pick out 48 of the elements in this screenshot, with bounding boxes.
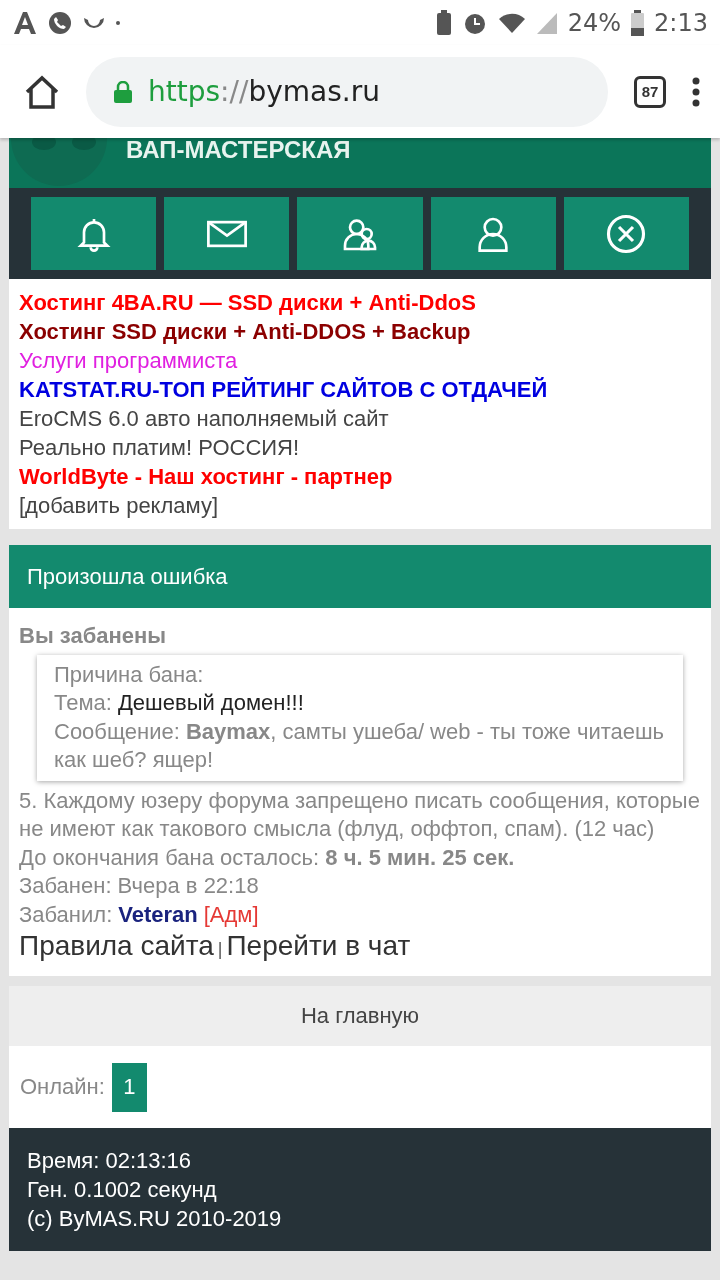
ban-message: Сообщение: Baymax, самты ушеба/ web - ты тоже читаешь как шеб? ящер!: [54, 717, 666, 774]
user-role: [Адм]: [203, 900, 259, 929]
reason-title: Причина бана:: [54, 660, 205, 689]
font-icon: [12, 10, 38, 35]
nav-button[interactable]: [297, 197, 423, 270]
nav-button[interactable]: [31, 197, 157, 270]
ad-link[interactable]: Услуги программиста: [19, 347, 238, 374]
menu-icon[interactable]: [692, 76, 700, 107]
tab-count-button[interactable]: 87: [634, 75, 666, 108]
ad-link[interactable]: Реально платим! РОССИЯ!: [19, 434, 300, 461]
lock-icon: [114, 80, 132, 103]
url-field[interactable]: https://bymas.ru: [86, 56, 608, 127]
banned-by-label: Забанил:: [19, 900, 113, 929]
ban-heading: Вы забанены: [19, 622, 168, 650]
footer-text: Ген. 0.1002 секунд: [27, 1176, 218, 1204]
topic-label: Тема:: [54, 689, 112, 717]
close-icon: [605, 212, 648, 255]
battery-percent: 24%: [567, 8, 622, 37]
footer-text: (c) ByMAS.RU 2010-2019: [27, 1205, 283, 1233]
online-count[interactable]: 1: [111, 1062, 147, 1112]
nav-button[interactable]: [164, 197, 290, 270]
footer-text: Время: 02:13:16: [27, 1147, 193, 1175]
battery-icon: [631, 9, 645, 36]
link-separator: |: [217, 938, 223, 961]
phone-icon: [48, 10, 72, 35]
ad-link[interactable]: KATSTAT.RU-ТОП РЕЙТИНГ САЙТОВ С ОТДАЧЕЙ: [19, 376, 548, 403]
home-link[interactable]: На главную: [9, 986, 711, 1046]
rules-link[interactable]: Правила сайта: [19, 929, 214, 963]
nav-button[interactable]: [430, 197, 556, 270]
chat-link[interactable]: Перейти в чат: [226, 929, 411, 963]
battery-saver-icon: [435, 9, 452, 36]
banned-at: Забанен: Вчера в 22:18: [19, 872, 260, 900]
home-icon[interactable]: [24, 74, 60, 109]
ad-link[interactable]: WorldByte - Наш хостинг - партнер: [19, 463, 393, 490]
ad-link[interactable]: [добавить рекламу]: [19, 492, 219, 519]
user-link[interactable]: Veteran: [118, 900, 198, 929]
clock: 2:13: [654, 8, 708, 37]
nav-button[interactable]: [563, 197, 689, 270]
ad-link[interactable]: EroCMS 6.0 авто наполняемый сайт: [19, 405, 389, 432]
ad-link[interactable]: Хостинг 4BA.RU — SSD диски + Anti-DdoS: [19, 289, 476, 316]
banner-title: ВАП-МАСТЕРСКАЯ: [126, 138, 351, 164]
dot-icon: [116, 20, 120, 25]
rule-text: 5. Каждому юзеру форума запрещено писать сообщения, которые не имеют как такового смысла (флуд, оффтоп, спам). (12 час): [19, 786, 701, 843]
ban-remaining: До окончания бана осталось: 8 ч. 5 мин. 25 сек.: [19, 843, 516, 872]
topic-value: Дешевый домен!!!: [117, 689, 304, 717]
online-label: Онлайн:: [20, 1074, 105, 1100]
ad-link[interactable]: Хостинг SSD диски + Anti-DDOS + Backup: [19, 318, 471, 345]
error-title: Произошла ошибка: [27, 563, 228, 590]
